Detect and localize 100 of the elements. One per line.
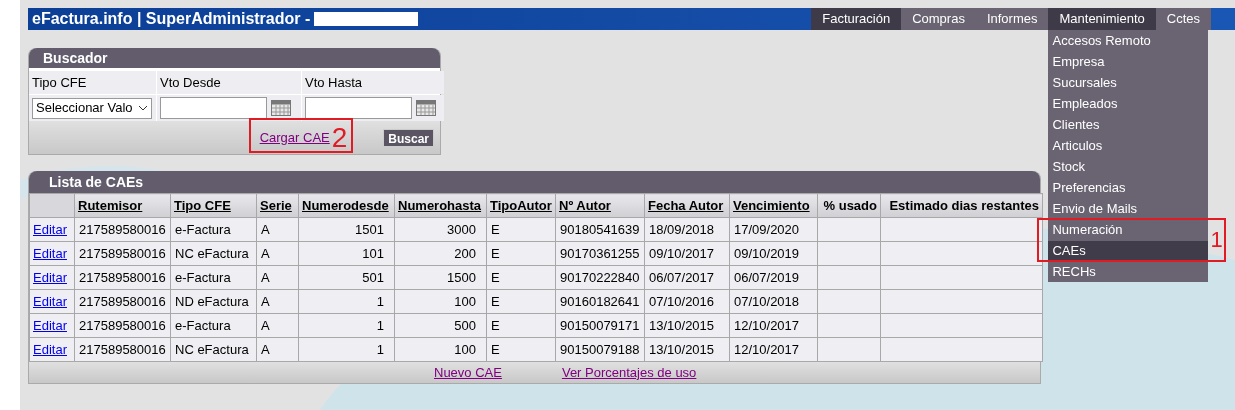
panel-title: Lista de CAEs [29, 171, 1040, 193]
date-field[interactable] [160, 97, 267, 119]
menu-item[interactable]: Accesos Remoto [1048, 31, 1209, 50]
table-cell: E [486, 265, 556, 290]
nav-tab[interactable]: Mantenimiento [1048, 8, 1156, 30]
menu-item[interactable]: Articulos [1048, 136, 1209, 155]
chevron-down-icon [138, 105, 148, 111]
column-header[interactable]: Fecha Autor [644, 193, 730, 218]
menu-item[interactable]: CAEs [1048, 241, 1209, 260]
table-cell: 100 [394, 337, 487, 362]
panel-title: Buscador [29, 48, 440, 68]
column-header[interactable]: Nº Autor [555, 193, 645, 218]
table-cell: 501 [298, 265, 395, 290]
menu-item[interactable]: Envio de Mails [1048, 199, 1209, 218]
table-cell: 90150079171 [555, 313, 645, 338]
menu-item[interactable]: Preferencias [1048, 178, 1209, 197]
column-header: Estimado dias restantes [880, 193, 1043, 218]
table-cell: 90160182641 [555, 289, 645, 314]
table-cell: e-Factura [170, 313, 257, 338]
table-cell: 217589580016 [74, 265, 171, 290]
table-cell: NC eFactura [170, 241, 257, 266]
column-header[interactable]: Rutemisor [74, 193, 171, 218]
table-cell: 1 [298, 313, 395, 338]
table-cell: 90180541639 [555, 217, 645, 242]
table-cell: 1 [298, 289, 395, 314]
nav-tab[interactable]: Cctes [1155, 8, 1211, 30]
annotation-number: 2 [331, 123, 348, 152]
table-cell: ND eFactura [170, 289, 257, 314]
table-cell: 90170361255 [555, 241, 645, 266]
column-header: % usado [817, 193, 881, 218]
menu-item[interactable]: Empresa [1048, 52, 1209, 71]
table-cell: 12/10/2017 [729, 313, 818, 338]
menu-item[interactable]: Empleados [1048, 94, 1209, 113]
footer-link[interactable]: Ver Porcentajes de uso [561, 362, 697, 383]
table-cell: 200 [394, 241, 487, 266]
table-cell: E [486, 217, 556, 242]
annotation-number: 1 [1210, 228, 1223, 252]
column-header[interactable]: Numerodesde [298, 193, 395, 218]
table-cell: 3000 [394, 217, 487, 242]
column-header[interactable]: Serie [256, 193, 299, 218]
nav-tab[interactable]: Facturación [811, 8, 902, 30]
date-field[interactable] [305, 97, 412, 119]
column-header[interactable]: Vencimiento [729, 193, 818, 218]
table-cell: A [256, 241, 299, 266]
table-cell: 1500 [394, 265, 487, 290]
table-cell: 06/07/2017 [644, 265, 730, 290]
table-cell: NC eFactura [170, 337, 257, 362]
table-cell: 100 [394, 289, 487, 314]
table-cell: e-Factura [170, 265, 257, 290]
menu-item[interactable]: RECHs [1048, 262, 1209, 281]
table-cell: A [256, 265, 299, 290]
table-cell: A [256, 217, 299, 242]
table-cell: 217589580016 [74, 313, 171, 338]
table-cell: E [486, 313, 556, 338]
field-label: Vto Hasta [302, 71, 444, 94]
table-cell: 217589580016 [74, 337, 171, 362]
field-label: Tipo CFE [29, 71, 156, 94]
table-cell: A [256, 313, 299, 338]
column-header[interactable]: Numerohasta [394, 193, 487, 218]
calendar-icon[interactable] [416, 100, 436, 116]
menu-item[interactable]: Numeración [1048, 220, 1209, 239]
table-cell: 90170222840 [555, 265, 645, 290]
table-cell: 09/10/2019 [729, 241, 818, 266]
calendar-icon[interactable] [271, 100, 291, 116]
table-cell: 1501 [298, 217, 395, 242]
table-cell: 12/10/2017 [729, 337, 818, 362]
table-cell: 217589580016 [74, 217, 171, 242]
table-cell: 217589580016 [74, 241, 171, 266]
menu-item[interactable]: Clientes [1048, 115, 1209, 134]
table-cell: 13/10/2015 [644, 313, 730, 338]
table-cell: 09/10/2017 [644, 241, 730, 266]
table-cell: 1 [298, 337, 395, 362]
table-cell: 07/10/2018 [729, 289, 818, 314]
search-button[interactable]: Buscar [383, 128, 434, 147]
footer-link[interactable]: Nuevo CAE [434, 362, 502, 383]
table-cell: 06/07/2019 [729, 265, 818, 290]
table-cell: E [486, 289, 556, 314]
table-cell: E [486, 337, 556, 362]
load-link[interactable]: Cargar CAE [259, 127, 330, 148]
nav-tab[interactable]: Informes [975, 8, 1049, 30]
field-label: Vto Desde [157, 71, 301, 94]
table-cell: 90150079188 [555, 337, 645, 362]
table-cell: e-Factura [170, 217, 257, 242]
table-cell: 217589580016 [74, 289, 171, 314]
table-cell: 18/09/2018 [644, 217, 730, 242]
column-header[interactable]: TipoAutor [486, 193, 556, 218]
menu-item[interactable]: Stock [1048, 157, 1209, 176]
menu-item[interactable]: Sucursales [1048, 73, 1209, 92]
table-cell: 101 [298, 241, 395, 266]
table-cell: A [256, 289, 299, 314]
table-cell: E [486, 241, 556, 266]
table-cell: 07/10/2016 [644, 289, 730, 314]
type-select[interactable]: Seleccionar Valo [32, 97, 152, 119]
table-cell: 17/09/2020 [729, 217, 818, 242]
table-cell: 13/10/2015 [644, 337, 730, 362]
nav-tab[interactable]: Compras [901, 8, 976, 30]
table-cell: A [256, 337, 299, 362]
table-cell: 500 [394, 313, 487, 338]
app-title: eFactura.info | SuperAdministrador - [32, 9, 311, 29]
column-header[interactable]: Tipo CFE [170, 193, 257, 218]
